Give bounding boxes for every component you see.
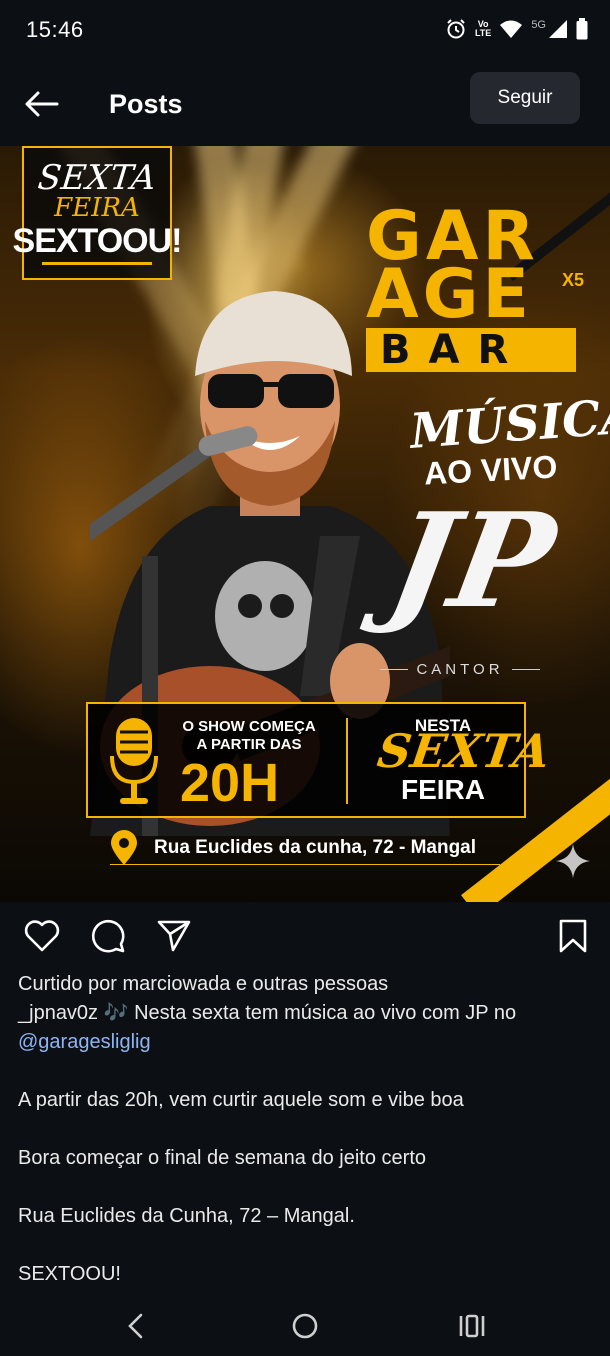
caption-paragraph: Bora começar o final de semana do jeito … [18,1147,426,1169]
sparkle-icon [556,844,590,878]
share-button[interactable] [154,916,194,956]
post-image[interactable]: SEXTA FEIRA SEXTOOU! GAR AGE X5 BAR MÚSI… [0,146,610,902]
divider [511,669,540,670]
artist-role-text: CANTOR [416,661,504,678]
post-action-bar [0,902,610,970]
location-pin-icon [111,830,137,865]
tag-line3: SEXTOOU! [12,221,183,260]
network-type: 5G [531,19,546,31]
caption-line1: _jpnav0z 🎶 Nesta sexta tem música ao viv… [18,999,594,1028]
tag-line1: SEXTA [36,157,158,198]
divider [110,864,500,865]
volte-bottom-text: LTE [474,28,492,38]
artist-name: JP [378,484,565,637]
save-button[interactable] [553,916,593,956]
nav-back-button[interactable] [116,1306,156,1346]
nav-home-button[interactable] [285,1306,325,1346]
share-icon [157,920,191,952]
back-nav-icon [128,1313,143,1339]
app-header: Posts Seguir [0,60,610,146]
post-caption: Curtido por marciowada e outras pessoas … [18,970,594,1289]
follow-button[interactable]: Seguir [470,72,580,124]
status-bar: 15:46 Vo LTE 5G [0,0,610,60]
day-line1: SEXTA [374,724,554,778]
heart-icon [24,920,60,952]
comment-icon [91,919,125,953]
logo-x5: X5 [562,270,585,290]
recents-nav-icon [459,1314,485,1338]
caption-username[interactable]: _jpnav0z [18,1002,98,1024]
divider [380,669,409,670]
likes-text[interactable]: Curtido por marciowada e outras pessoas [18,970,594,999]
home-nav-icon [292,1313,318,1339]
system-nav-bar [0,1294,610,1356]
signal-icon [548,19,568,39]
mention-link[interactable]: @garagesliglig [18,1031,151,1053]
back-button[interactable] [18,84,64,124]
bookmark-icon [559,919,587,953]
sexta-feira-tag: SEXTA FEIRA SEXTOOU! [13,146,182,280]
alarm-icon [445,18,467,40]
show-line2: A PARTIR DAS [196,736,302,753]
caption-paragraph: A partir das 20h, vem curtir aquele som … [18,1089,464,1111]
show-line1: O SHOW COMEÇA [182,718,316,735]
caption-paragraph: Rua Euclides da Cunha, 72 – Mangal. [18,1205,355,1227]
garage-bar-logo: GAR AGE X5 BAR [366,203,596,372]
caption-text: 🎶 Nesta sexta tem música ao vivo com JP … [98,1002,517,1024]
status-time: 15:46 [26,17,84,42]
arrow-left-icon [25,91,59,117]
day-line2: FEIRA [401,774,485,805]
volte-icon: Vo LTE [475,20,491,38]
tag-underline [42,261,152,265]
status-icons: Vo LTE 5G [445,18,588,40]
artist-role: CANTOR [380,661,540,678]
show-info-box: O SHOW COMEÇA A PARTIR DAS 20H NESTA SEX… [86,702,553,818]
divider [346,718,348,804]
comment-button[interactable] [88,916,128,956]
battery-icon [576,18,588,40]
microphone-icon [110,718,158,804]
like-button[interactable] [22,916,62,956]
logo-line3: BAR [366,328,576,372]
wifi-icon [499,19,523,39]
page-title: Posts [109,89,183,119]
caption-mention: @garagesliglig [18,1028,594,1057]
show-time: 20H [180,753,280,813]
location-address: Rua Euclides da cunha, 72 - Mangal [154,837,477,858]
caption-paragraph: SEXTOOU! [18,1263,121,1285]
location-row: Rua Euclides da cunha, 72 - Mangal [110,830,476,866]
nav-recents-button[interactable] [452,1306,492,1346]
